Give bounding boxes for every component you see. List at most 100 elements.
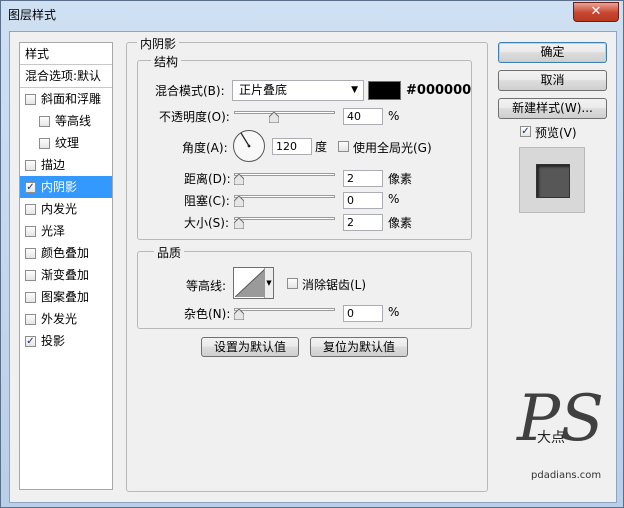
blend-mode-label: 混合模式(B):	[155, 84, 225, 98]
style-item-label: 颜色叠加	[41, 246, 90, 260]
size-slider-thumb[interactable]	[234, 218, 244, 229]
watermark: PS 大点 pdadians.com	[515, 382, 615, 492]
new-style-button[interactable]: 新建样式(W)...	[498, 98, 607, 119]
preview-label: 预览(V)	[535, 126, 577, 140]
anti-alias-checkbox[interactable]	[287, 278, 298, 289]
noise-input[interactable]: 0	[343, 305, 383, 322]
style-list-item[interactable]: 渐变叠加	[20, 264, 112, 286]
style-list-item[interactable]: 图案叠加	[20, 286, 112, 308]
style-checkbox[interactable]	[25, 314, 36, 325]
style-item-label: 斜面和浮雕	[41, 92, 102, 106]
size-label: 大小(S):	[184, 216, 230, 230]
style-item-label: 外发光	[41, 312, 78, 326]
style-item-label: 等高线	[55, 114, 92, 128]
watermark-logo-small: 大点	[537, 430, 565, 446]
noise-slider[interactable]	[234, 308, 335, 311]
size-input[interactable]: 2	[343, 214, 383, 231]
style-item-label: 内阴影	[41, 180, 78, 194]
reset-default-button[interactable]: 复位为默认值	[310, 337, 408, 357]
chevron-down-icon: ▼	[351, 85, 358, 95]
contour-picker[interactable]: ▼	[233, 267, 274, 299]
chevron-down-icon: ▼	[264, 268, 273, 298]
size-unit: 像素	[388, 216, 413, 230]
structure-title: 结构	[151, 53, 182, 70]
style-item-label: 光泽	[41, 224, 66, 238]
style-item-label: 描边	[41, 158, 66, 172]
choke-input[interactable]: 0	[343, 192, 383, 209]
close-icon: ✕	[590, 4, 602, 19]
angle-input[interactable]: 120	[272, 138, 312, 155]
style-list-item[interactable]: 颜色叠加	[20, 242, 112, 264]
style-checkbox[interactable]	[39, 138, 50, 149]
opacity-slider[interactable]	[234, 111, 335, 114]
style-checkbox[interactable]	[25, 160, 36, 171]
layer-style-dialog: 图层样式 ✕ 样式 混合选项:默认 斜面和浮雕等高线纹理描边 ✓ 内阴影内发光光泽颜…	[0, 0, 624, 508]
preview-box	[519, 147, 585, 213]
style-list-item[interactable]: 等高线	[20, 110, 112, 132]
style-checkbox[interactable]: ✓	[25, 336, 36, 347]
blend-options-item[interactable]: 混合选项:默认	[20, 65, 112, 87]
ok-button[interactable]: 确定	[498, 42, 607, 63]
panel-title: 内阴影	[137, 35, 180, 52]
style-checkbox[interactable]	[39, 116, 50, 127]
watermark-site: pdadians.com	[531, 470, 602, 481]
opacity-unit: %	[388, 109, 400, 123]
style-list-item[interactable]: 外发光	[20, 308, 112, 330]
style-checkbox[interactable]	[25, 270, 36, 281]
style-checkbox[interactable]	[25, 248, 36, 259]
style-list-item[interactable]: ✓ 投影	[20, 330, 112, 352]
style-checkbox[interactable]	[25, 226, 36, 237]
choke-label: 阻塞(C):	[184, 194, 230, 208]
set-default-button[interactable]: 设置为默认值	[201, 337, 299, 357]
window-title: 图层样式	[8, 8, 57, 22]
style-item-label: 投影	[41, 334, 66, 348]
contour-linear-icon	[235, 269, 265, 297]
quality-title: 品质	[154, 244, 185, 261]
global-light-checkbox[interactable]	[338, 141, 349, 152]
style-list-item[interactable]: 内发光	[20, 198, 112, 220]
opacity-slider-thumb[interactable]	[269, 112, 279, 123]
blend-mode-value: 正片叠底	[239, 83, 288, 97]
distance-slider-thumb[interactable]	[234, 174, 244, 185]
noise-label: 杂色(N):	[184, 307, 231, 321]
distance-input[interactable]: 2	[343, 170, 383, 187]
choke-slider-thumb[interactable]	[234, 196, 244, 207]
style-item-label: 图案叠加	[41, 290, 90, 304]
dialog-client: 样式 混合选项:默认 斜面和浮雕等高线纹理描边 ✓ 内阴影内发光光泽颜色叠加渐变叠加…	[9, 31, 617, 503]
opacity-input[interactable]: 40	[343, 108, 383, 125]
distance-slider[interactable]	[234, 173, 335, 176]
style-list-header[interactable]: 样式	[20, 43, 112, 65]
style-checkbox[interactable]	[25, 94, 36, 105]
style-item-label: 渐变叠加	[41, 268, 90, 282]
opacity-label: 不透明度(O):	[159, 110, 230, 124]
style-item-label: 纹理	[55, 136, 80, 150]
size-slider[interactable]	[234, 217, 335, 220]
close-button[interactable]: ✕	[573, 2, 619, 22]
choke-unit: %	[388, 192, 400, 206]
style-list-item[interactable]: 光泽	[20, 220, 112, 242]
anti-alias-label: 消除锯齿(L)	[302, 278, 367, 292]
contour-label: 等高线:	[186, 279, 227, 293]
angle-unit: 度	[315, 140, 328, 154]
style-list: 样式 混合选项:默认 斜面和浮雕等高线纹理描边 ✓ 内阴影内发光光泽颜色叠加渐变叠加…	[19, 42, 113, 490]
style-list-item[interactable]: 描边	[20, 154, 112, 176]
style-checkbox[interactable]	[25, 204, 36, 215]
style-checkbox[interactable]: ✓	[25, 182, 36, 193]
global-light-label: 使用全局光(G)	[353, 141, 432, 155]
style-list-item[interactable]: 斜面和浮雕	[20, 88, 112, 110]
noise-unit: %	[388, 305, 400, 319]
distance-label: 距离(D):	[184, 172, 231, 186]
cancel-button[interactable]: 取消	[498, 70, 607, 91]
blend-mode-select[interactable]: 正片叠底 ▼	[232, 80, 364, 101]
preview-checkbox[interactable]: ✓	[520, 126, 531, 137]
noise-slider-thumb[interactable]	[234, 309, 244, 320]
style-list-item[interactable]: ✓ 内阴影	[20, 176, 112, 198]
shadow-color-swatch[interactable]	[368, 81, 401, 100]
title-bar[interactable]: 图层样式 ✕	[1, 1, 623, 27]
style-checkbox[interactable]	[25, 292, 36, 303]
choke-slider[interactable]	[234, 195, 335, 198]
style-list-item[interactable]: 纹理	[20, 132, 112, 154]
angle-dial[interactable]	[232, 129, 266, 163]
shadow-color-hex: #000000	[406, 83, 472, 98]
distance-unit: 像素	[388, 172, 413, 186]
